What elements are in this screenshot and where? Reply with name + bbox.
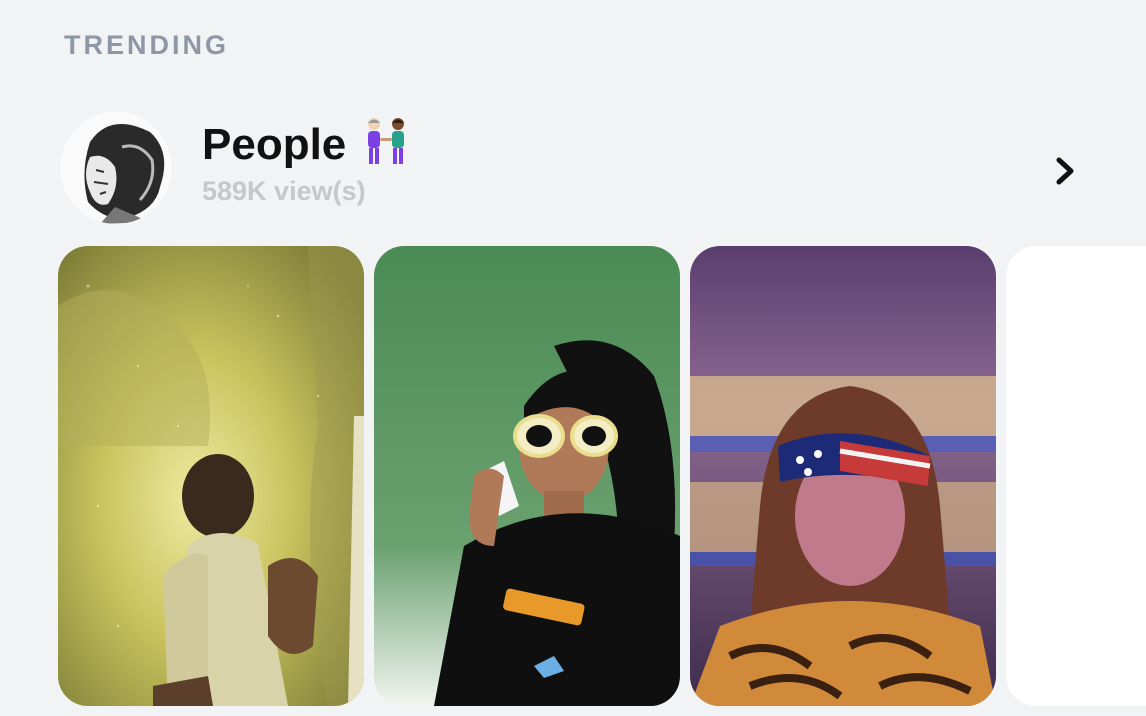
category-row-people[interactable]: People 589K view(s) [60, 112, 1100, 230]
trending-card-4[interactable] [1006, 246, 1146, 706]
category-avatar[interactable] [60, 112, 172, 224]
category-views: 589K view(s) [202, 176, 366, 206]
trending-card-3[interactable] [690, 246, 996, 706]
chevron-right-icon[interactable] [1050, 154, 1080, 188]
trending-card-1[interactable] [58, 246, 364, 706]
people-holding-hands-icon [360, 116, 412, 173]
trending-cards-carousel[interactable] [58, 246, 1146, 706]
category-title: People [202, 119, 347, 169]
section-title: TRENDING [64, 30, 229, 60]
trending-card-2[interactable] [374, 246, 680, 706]
